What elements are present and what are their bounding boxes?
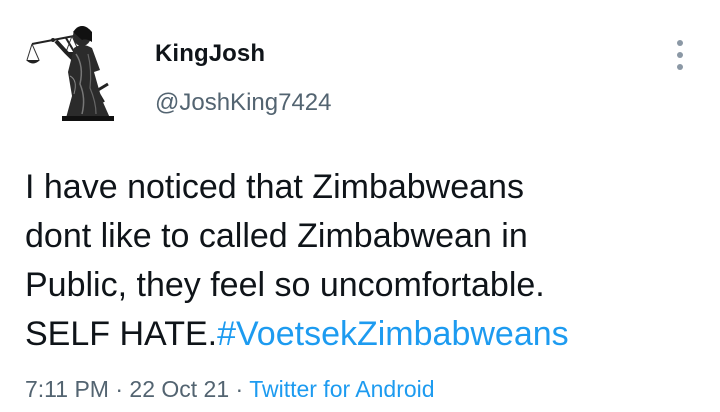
tweet-date: 22 Oct 21 xyxy=(129,376,230,402)
meta-separator: · xyxy=(115,376,124,402)
tweet-text-prefix: SELF HATE. xyxy=(25,315,218,353)
tweet-meta: 7:11 PM · 22 Oct 21 · Twitter for Androi… xyxy=(25,376,435,403)
display-name[interactable]: KingJosh xyxy=(155,40,265,68)
menu-dot xyxy=(677,52,683,58)
user-handle[interactable]: @JoshKing7424 xyxy=(155,89,331,117)
tweet-line: dont like to called Zimbabwean in xyxy=(25,217,528,255)
tweet-card: KingJosh @JoshKing7424 I have noticed th… xyxy=(0,0,720,412)
meta-separator: · xyxy=(235,376,244,402)
tweet-line-last: SELF HATE.#VoetsekZimbabweans xyxy=(25,310,705,359)
tweet-source-link[interactable]: Twitter for Android xyxy=(249,376,434,402)
menu-dot xyxy=(677,64,683,70)
more-vertical-icon[interactable] xyxy=(668,38,692,72)
tweet-text: I have noticed that Zimbabweans dont lik… xyxy=(25,163,705,359)
tweet-time: 7:11 PM xyxy=(25,376,109,402)
hashtag-link[interactable]: #VoetsekZimbabweans xyxy=(217,315,569,353)
tweet-line: I have noticed that Zimbabweans xyxy=(25,168,524,206)
tweet-line: Public, they feel so uncomfortable. xyxy=(25,266,545,304)
lady-justice-icon[interactable] xyxy=(26,14,130,122)
menu-dot xyxy=(677,40,683,46)
